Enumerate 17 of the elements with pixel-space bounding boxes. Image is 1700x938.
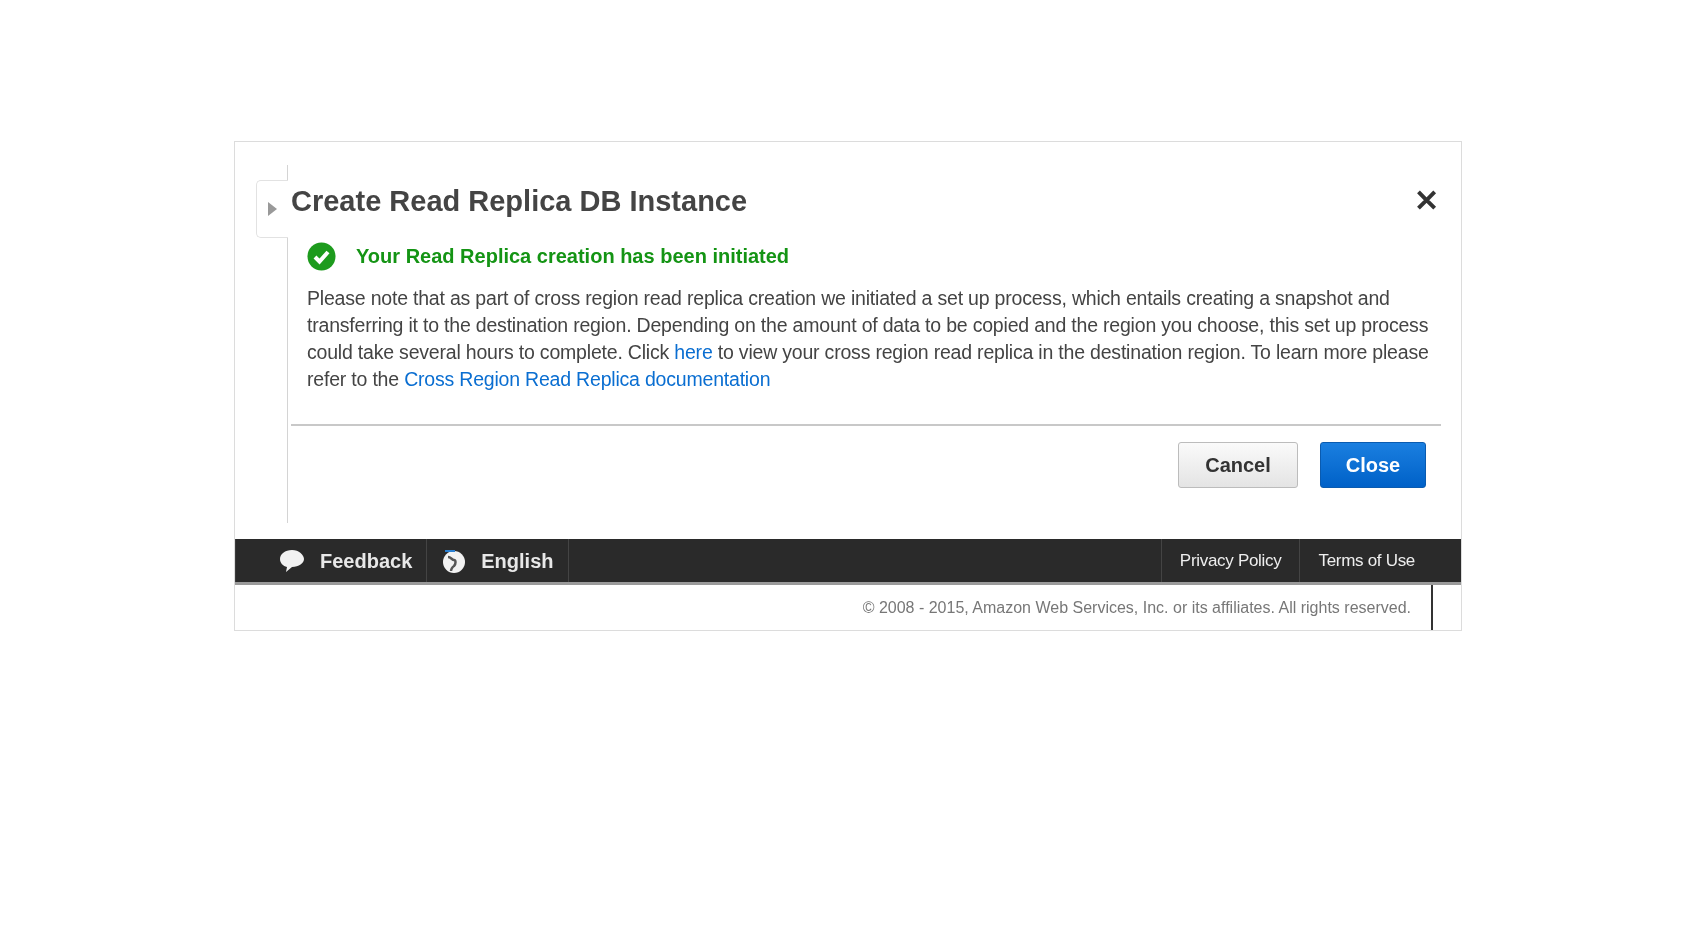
speech-bubble-icon	[278, 547, 306, 574]
footer-link[interactable]: Terms of Use	[1299, 539, 1433, 582]
success-icon	[307, 241, 336, 271]
message-paragraph: Please note that as part of cross region read replica creation we initiated a set up process, which entails creating a snapshot and transferring it to the destination region. Depending on the amount of data to be copied and the region you choose, this set up process could take several hours to complete. Click here to view your cross region read replica in the destination region. To learn more please refer to the Cross Region Read Replica documentation	[306, 286, 1430, 392]
globe-icon	[441, 547, 468, 574]
status-message: Your Read Replica creation has been initiated	[356, 244, 790, 269]
panel-toggle[interactable]	[256, 180, 288, 238]
link[interactable]: here	[674, 341, 713, 363]
copyright-text: © 2008 - 2015, Amazon Web Services, Inc. or its affiliates. All rights reserved.	[862, 585, 1433, 630]
expand-icon	[268, 202, 277, 216]
language-button[interactable]: English	[427, 539, 569, 582]
close-button[interactable]: Close	[1320, 442, 1426, 488]
cancel-button[interactable]: Cancel	[1178, 442, 1298, 488]
dialog-title: Create Read Replica DB Instance	[291, 186, 748, 216]
link[interactable]: Cross Region Read Replica documentation	[404, 368, 771, 390]
feedback-button[interactable]: Feedback	[264, 539, 428, 582]
footer-link[interactable]: Privacy Policy	[1160, 539, 1300, 582]
